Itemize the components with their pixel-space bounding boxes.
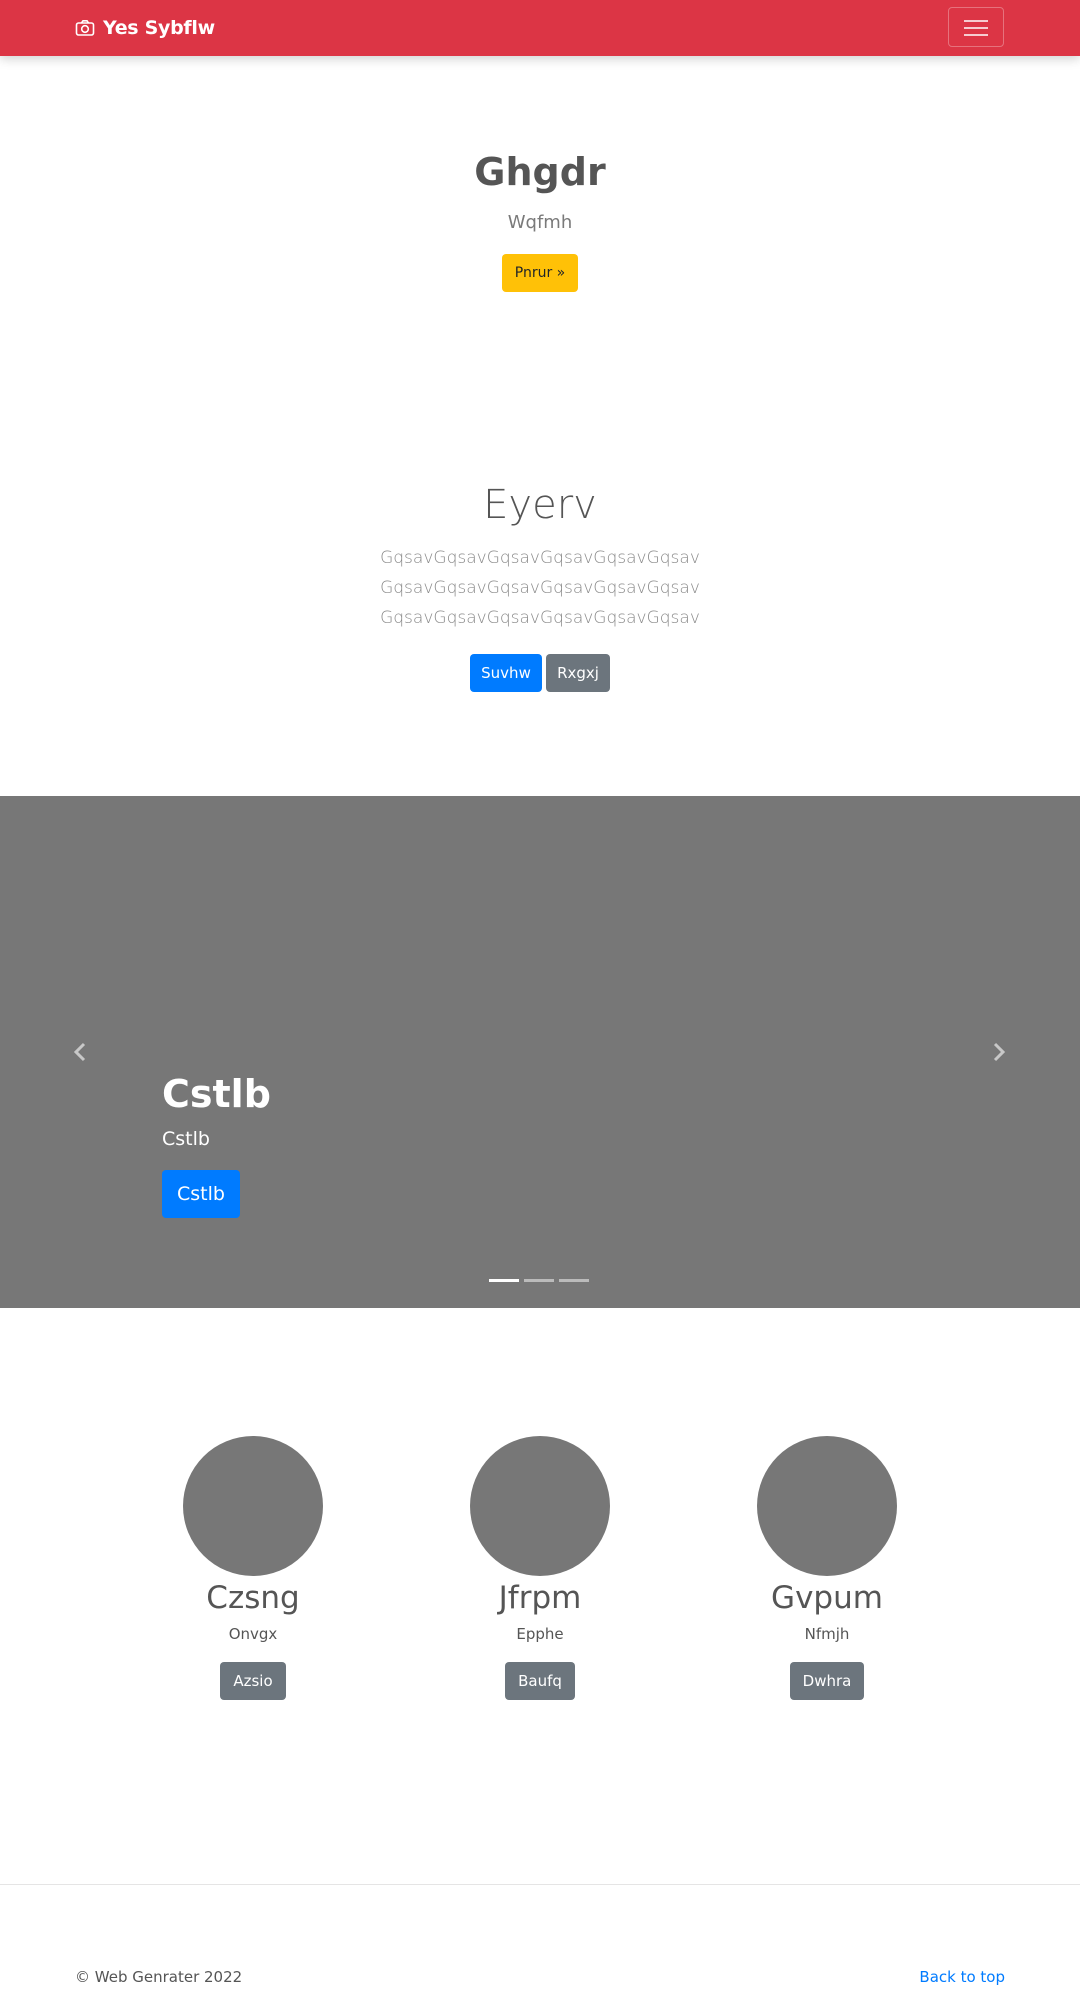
feature-subtitle: Epphe [516,1625,564,1643]
chevron-right-icon[interactable] [986,1040,1010,1064]
chevron-left-icon[interactable] [69,1040,93,1064]
primary-button[interactable]: Suvhw [470,654,542,692]
hero-title: Ghgdr [474,150,606,194]
feature-button[interactable]: Dwhra [789,1662,865,1700]
feature-title: Jfrpm [498,1580,582,1616]
carousel-indicator[interactable] [524,1279,554,1282]
feature-title: Gvpum [771,1580,883,1616]
carousel: Cstlb Cstlb Cstlb [0,796,1080,1308]
carousel-indicator[interactable] [559,1279,589,1282]
feature-column: Czsng Onvgx Azsio [143,1436,363,1700]
secondary-button[interactable]: Rxgxj [546,654,610,692]
section-lead-text: GqsavGqsavGqsavGqsavGqsavGqsav GqsavGqsa… [0,543,1080,633]
carousel-button[interactable]: Cstlb [162,1170,240,1218]
feature-subtitle: Nfmjh [804,1625,850,1643]
carousel-indicator[interactable] [489,1279,519,1282]
feature-image [183,1436,323,1576]
lead-line: GqsavGqsavGqsavGqsavGqsavGqsav [380,548,700,568]
brand-name: Yes Sybflw [103,17,215,39]
footer-divider [0,1884,1080,1885]
feature-column: Gvpum Nfmjh Dwhra [717,1436,937,1700]
feature-title: Czsng [206,1580,300,1616]
footer-copyright: © Web Genrater 2022 [75,1968,243,1986]
hero-subtitle: Wqfmh [507,212,573,233]
hero-cta-button[interactable]: Pnrur » [502,254,578,292]
carousel-caption: Cstlb Cstlb Cstlb [162,1070,271,1218]
camera-icon [75,20,95,36]
navbar-toggler-button[interactable] [948,7,1004,47]
section-title: Eyerv [483,482,597,528]
feature-button[interactable]: Azsio [220,1662,286,1700]
feature-image [757,1436,897,1576]
carousel-text: Cstlb [162,1128,210,1150]
lead-line: GqsavGqsavGqsavGqsavGqsavGqsav [380,578,700,598]
carousel-indicators [489,1279,589,1282]
brand-link[interactable]: Yes Sybflw [75,15,215,41]
hamburger-menu-icon [964,20,988,22]
lead-line: GqsavGqsavGqsavGqsavGqsavGqsav [380,608,700,628]
feature-column: Jfrpm Epphe Baufq [430,1436,650,1700]
navbar: Yes Sybflw [0,0,1080,56]
feature-button[interactable]: Baufq [505,1662,575,1700]
feature-subtitle: Onvgx [228,1625,278,1643]
carousel-title: Cstlb [162,1072,271,1116]
back-to-top-link[interactable]: Back to top [919,1968,1005,1986]
feature-image [470,1436,610,1576]
